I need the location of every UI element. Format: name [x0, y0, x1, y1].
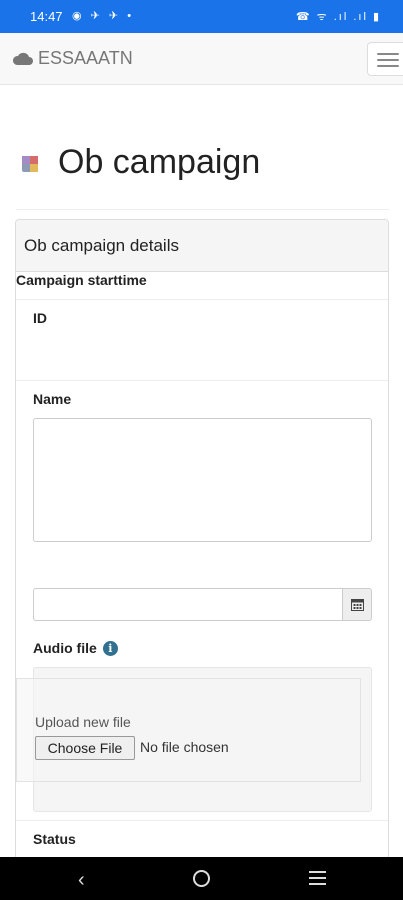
status-time: 14:47 — [30, 9, 63, 24]
recents-menu-icon[interactable] — [309, 871, 326, 889]
status-bar: 14:47 ◉ ✈ ✈ • ☎ ᯤ .ıl .ıl ▮ — [0, 0, 403, 33]
name-textarea[interactable] — [33, 418, 372, 542]
name-label: Name — [33, 391, 72, 407]
hamburger-menu-button[interactable] — [367, 42, 403, 76]
android-nav-bar: ‹ — [0, 857, 403, 900]
name-field-group: Name — [16, 380, 388, 560]
back-chevron-icon[interactable]: ‹ — [78, 869, 85, 892]
page-title: Ob campaign — [58, 143, 261, 181]
id-field-group: ID — [16, 299, 388, 379]
app-cube-icon — [22, 156, 38, 172]
starttime-input[interactable] — [33, 588, 343, 621]
status-label: Status — [33, 831, 76, 847]
home-circle-icon[interactable] — [193, 870, 210, 887]
cloud-icon — [12, 52, 33, 65]
info-icon[interactable]: i — [102, 640, 118, 656]
hamburger-menu-icon — [377, 53, 399, 55]
brand-link[interactable]: ESSAAATN — [12, 48, 133, 69]
calendar-icon — [350, 599, 364, 611]
system-status-icons: ☎ ᯤ .ıl .ıl ▮ — [295, 11, 381, 23]
hamburger-line — [377, 65, 399, 67]
choose-file-button[interactable]: Choose File — [35, 736, 135, 760]
panel-heading: Ob campaign details — [16, 220, 388, 272]
id-label: ID — [33, 310, 47, 326]
upload-new-file-label: Upload new file — [35, 714, 131, 730]
notification-icons: ◉ ✈ ✈ • — [72, 10, 135, 22]
audio-file-label: Audio file — [33, 640, 97, 656]
no-file-chosen-text: No file chosen — [140, 739, 229, 755]
audio-file-label-row: Audio file i — [33, 640, 118, 656]
brand-name: ESSAAATN — [38, 48, 133, 68]
starttime-label: Campaign starttime — [16, 272, 147, 288]
page-header: Ob campaign — [16, 140, 389, 210]
upload-overlay — [16, 678, 361, 782]
calendar-button[interactable] — [342, 588, 372, 621]
top-navbar: ESSAAATN — [0, 33, 403, 85]
details-panel: Ob campaign details ID Name Campaign sta… — [15, 219, 389, 879]
hamburger-line — [377, 59, 399, 61]
